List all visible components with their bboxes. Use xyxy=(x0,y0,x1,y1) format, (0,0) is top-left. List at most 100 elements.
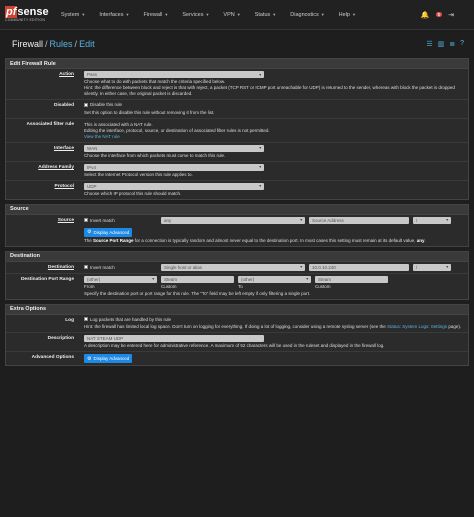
assoc-row: Associated filter rule This is associate… xyxy=(6,119,468,143)
address-family-select[interactable]: IPv4 ▼ xyxy=(84,163,264,171)
assoc-help: This is associated with a NAT rule. Edit… xyxy=(84,122,462,140)
destination-invert-checkbox[interactable]: Invert match xyxy=(84,265,157,270)
interface-select[interactable]: WAN ▼ xyxy=(84,144,264,152)
family-help: Select the Internet Protocol version thi… xyxy=(84,171,193,177)
top-navbar: pfsense COMMUNITY EDITION System ▼ Interf… xyxy=(0,0,474,30)
breadcrumb-edit-link[interactable]: Edit xyxy=(79,39,95,49)
system-logs-settings-link[interactable]: Status: System Logs: Settings xyxy=(387,324,447,329)
pfsense-logo[interactable]: pfsense COMMUNITY EDITION xyxy=(5,6,51,22)
logo-mark: sense xyxy=(17,6,49,18)
action-select[interactable]: Pass ▼ xyxy=(84,71,264,78)
log-row: Log Log packets that are handled by this… xyxy=(6,315,468,333)
chevron-down-icon: ▼ xyxy=(299,218,303,222)
protocol-select[interactable]: UDP ▼ xyxy=(84,182,264,190)
interface-row: Interface WAN ▼ Choose the interface from… xyxy=(6,143,468,162)
notice-badge[interactable]: 5 xyxy=(435,12,443,17)
logo-prefix: pf xyxy=(5,6,18,18)
log-label: Log xyxy=(65,317,74,323)
action-row: Action Pass ▼ Choose what to do with pack… xyxy=(6,69,468,100)
port-to-custom-input[interactable]: Steam xyxy=(315,275,388,283)
family-label: Address Family xyxy=(38,164,74,170)
list-icon[interactable]: ≣ xyxy=(449,40,455,48)
menu-interfaces[interactable]: Interfaces ▼ xyxy=(99,12,129,18)
destination-port-label: Destination Port Range xyxy=(20,276,74,282)
chevron-down-icon: ▼ xyxy=(299,265,303,269)
protocol-label: Protocol xyxy=(54,183,74,189)
port-from-custom-input[interactable]: Steam xyxy=(161,275,234,283)
destination-row: Destination Invert match Single host or … xyxy=(6,262,468,274)
destination-address-input[interactable]: 10.0.10.240 xyxy=(309,263,409,271)
chevron-down-icon: ▼ xyxy=(236,12,241,17)
source-title: Source xyxy=(6,204,468,215)
log-packets-checkbox[interactable]: Log packets that are handled by this rul… xyxy=(84,317,171,322)
logout-icon[interactable]: ⇥ xyxy=(448,11,454,19)
logo-edition: COMMUNITY EDITION xyxy=(5,18,46,22)
description-input[interactable]: NAT STEAM UDP xyxy=(84,335,264,342)
chevron-down-icon: ▼ xyxy=(445,265,449,269)
breadcrumb-bar: Firewall / Rules / Edit ☰ ▥ ≣ ? xyxy=(0,30,474,58)
menu-status[interactable]: Status ▼ xyxy=(255,12,277,18)
settings-sliders-icon[interactable]: ☰ xyxy=(426,40,432,48)
destination-type-select[interactable]: Single host or alias ▼ xyxy=(161,263,305,271)
description-help: A description may be entered here for ad… xyxy=(84,343,385,348)
interface-label: Interface xyxy=(54,145,74,151)
port-from-caption: From xyxy=(84,283,95,289)
protocol-row: Protocol UDP ▼ Choose which IP protocol t… xyxy=(6,181,468,199)
port-custom-caption: Custom xyxy=(161,283,177,289)
source-mask-select[interactable]: / ▼ xyxy=(413,216,451,224)
menu-services[interactable]: Services ▼ xyxy=(182,12,209,18)
panel-title: Edit Firewall Rule xyxy=(6,59,468,69)
menu-vpn[interactable]: VPN ▼ xyxy=(223,12,240,18)
chevron-down-icon: ▼ xyxy=(164,12,169,17)
description-row: Description NAT STEAM UDP A description … xyxy=(6,333,468,352)
description-label: Description xyxy=(47,336,74,341)
destination-port-help: Specify the destination port or port ran… xyxy=(84,290,311,296)
source-invert-checkbox[interactable]: Invert match xyxy=(84,218,157,223)
source-label: Source xyxy=(57,217,74,223)
view-nat-rule-link[interactable]: View the NAT rule xyxy=(84,134,462,140)
chevron-down-icon: ▼ xyxy=(320,12,325,17)
destination-mask-select[interactable]: / ▼ xyxy=(413,263,451,271)
breadcrumb-firewall: Firewall xyxy=(12,39,44,49)
protocol-help: Choose which IP protocol this rule shoul… xyxy=(84,190,182,196)
destination-label: Destination xyxy=(47,264,74,270)
menu-firewall[interactable]: Firewall ▼ xyxy=(143,12,168,18)
action-label: Action xyxy=(59,72,74,77)
source-type-select[interactable]: any ▼ xyxy=(161,216,305,224)
menu-system[interactable]: System ▼ xyxy=(61,12,85,18)
port-from-select[interactable]: (other) ▼ xyxy=(84,275,157,283)
extra-title: Extra Options xyxy=(6,304,468,315)
advanced-options-display-button[interactable]: ⚙ Display Advanced xyxy=(84,354,133,363)
source-display-advanced-button[interactable]: ⚙ Display Advanced xyxy=(84,227,133,237)
main-menu: System ▼ Interfaces ▼ Firewall ▼ Services ▼ … xyxy=(61,12,370,18)
chevron-down-icon: ▼ xyxy=(81,12,86,17)
port-to-select[interactable]: (other) ▼ xyxy=(238,275,311,283)
breadcrumb-rules-link[interactable]: Rules xyxy=(50,39,73,49)
chevron-down-icon: ▼ xyxy=(258,72,262,77)
port-to-caption: To xyxy=(238,283,243,289)
chevron-down-icon: ▼ xyxy=(258,184,262,188)
chevron-down-icon: ▼ xyxy=(351,12,356,17)
destination-title: Destination xyxy=(6,251,468,262)
advanced-options-row: Advanced Options ⚙ Display Advanced xyxy=(6,352,468,365)
disable-rule-checkbox[interactable]: Disable this rule xyxy=(84,102,122,107)
gear-icon: ⚙ xyxy=(87,229,92,235)
family-row: Address Family IPv4 ▼ Select the Internet… xyxy=(6,162,468,181)
chevron-down-icon: ▼ xyxy=(305,277,309,281)
source-address-input[interactable]: Source Address xyxy=(309,216,409,224)
bell-icon[interactable]: 🔔 xyxy=(421,11,430,19)
menu-diagnostics[interactable]: Diagnostics ▼ xyxy=(290,12,324,18)
chart-icon[interactable]: ▥ xyxy=(438,40,445,48)
help-icon[interactable]: ? xyxy=(460,40,464,48)
interface-help: Choose the interface from which packets … xyxy=(84,152,226,158)
menu-help[interactable]: Help ▼ xyxy=(339,12,356,18)
source-panel: Source Source Invert match any ▼ Source A… xyxy=(5,203,469,247)
chevron-down-icon: ▼ xyxy=(125,12,130,17)
breadcrumb: Firewall / Rules / Edit xyxy=(12,39,95,49)
chevron-down-icon: ▼ xyxy=(258,165,262,169)
extra-options-panel: Extra Options Log Log packets that are h… xyxy=(5,303,469,366)
log-help: Hint: the firewall has limited local log… xyxy=(84,324,462,329)
disabled-label: Disabled xyxy=(54,103,74,108)
port-custom-caption: Custom xyxy=(315,283,331,289)
breadcrumb-separator: / xyxy=(45,39,48,49)
